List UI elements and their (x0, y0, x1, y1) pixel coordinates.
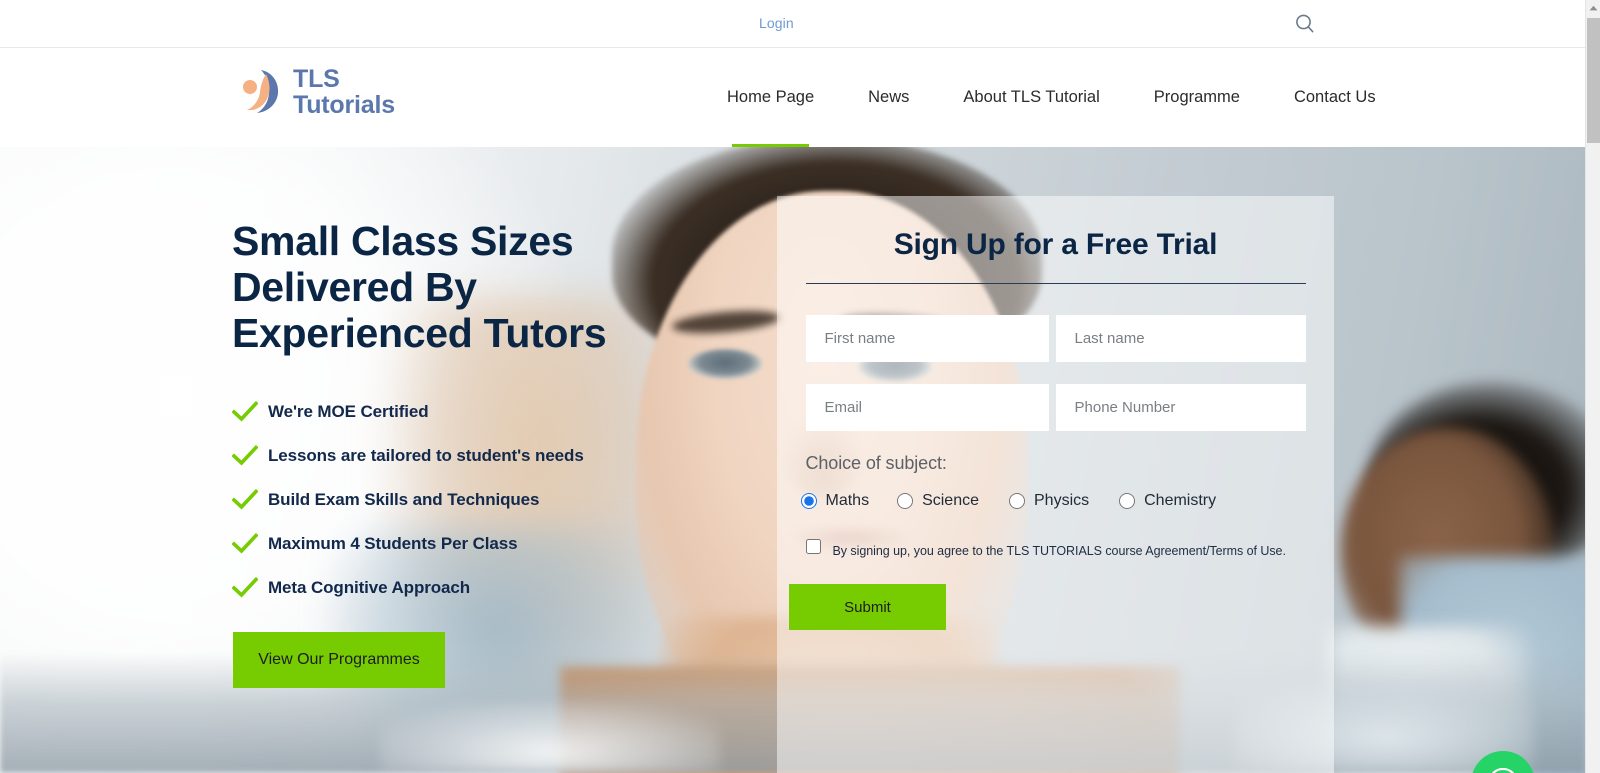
phone-number-input[interactable] (1055, 384, 1306, 431)
login-link[interactable]: Login (759, 15, 794, 31)
feature-label: We're MOE Certified (268, 401, 429, 421)
feature-item: Meta Cognitive Approach (232, 566, 752, 610)
terms-checkbox[interactable] (805, 539, 821, 554)
radio-input-physics[interactable] (1009, 493, 1025, 509)
feature-item: Build Exam Skills and Techniques (232, 478, 752, 522)
feature-item: Maximum 4 Students Per Class (232, 522, 752, 566)
signup-divider (805, 283, 1306, 284)
site-header: TLS Tutorials Home Page News About TLS T… (0, 48, 1585, 149)
radio-input-maths[interactable] (800, 493, 817, 509)
check-icon (232, 532, 268, 555)
page-scrollbar[interactable] (1585, 0, 1600, 773)
nav-item-contact-us[interactable]: Contact Us (1267, 48, 1403, 147)
radio-label: Maths (825, 492, 870, 509)
radio-option-maths[interactable]: Maths (800, 492, 870, 510)
hero-feature-list: We're MOE Certified Lessons are tailored… (232, 390, 752, 610)
top-utility-bar: Login (0, 0, 1585, 48)
hero-left-column: Small Class Sizes Delivered By Experienc… (232, 147, 752, 688)
feature-item: Lessons are tailored to student's needs (232, 434, 752, 478)
feature-item: We're MOE Certified (232, 390, 752, 434)
signup-title: Sign Up for a Free Trial (893, 228, 1218, 261)
submit-button[interactable]: Submit (789, 584, 946, 631)
radio-label: Science (922, 492, 979, 509)
check-icon (232, 576, 268, 599)
page-root: Login TLS Tutorials Home Page News About… (0, 0, 1600, 773)
feature-label: Maximum 4 Students Per Class (268, 533, 518, 553)
signup-fields (805, 315, 1306, 431)
nav-label: Home Page (727, 88, 815, 106)
tls-logo-mark-icon (238, 67, 284, 117)
name-field-row (805, 315, 1306, 362)
brand-name: TLS Tutorials (293, 65, 395, 119)
radio-input-chemistry[interactable] (1119, 493, 1136, 509)
nav-item-news[interactable]: News (841, 48, 936, 147)
search-icon[interactable] (1293, 12, 1317, 36)
signup-form-panel: Sign Up for a Free Trial Choice of subje… (777, 196, 1334, 773)
radio-option-science[interactable]: Science (897, 492, 979, 510)
radio-option-physics[interactable]: Physics (1009, 492, 1089, 510)
first-name-input[interactable] (805, 315, 1049, 362)
scroll-up-arrow-icon[interactable] (1586, 0, 1600, 16)
subject-radio-group: Maths Science Physics Chemistry (800, 492, 1311, 510)
check-icon (232, 400, 268, 423)
feature-label: Build Exam Skills and Techniques (268, 489, 540, 509)
main-nav: Home Page News About TLS Tutorial Progra… (700, 48, 1403, 149)
contact-field-row (805, 384, 1306, 431)
check-icon (232, 444, 268, 467)
nav-item-home-page[interactable]: Home Page (700, 48, 841, 149)
feature-label: Meta Cognitive Approach (268, 577, 471, 597)
scrollbar-thumb[interactable] (1587, 18, 1600, 143)
nav-label: News (868, 88, 910, 106)
last-name-input[interactable] (1055, 315, 1306, 362)
radio-input-science[interactable] (897, 493, 914, 509)
nav-label: Programme (1153, 88, 1240, 106)
radio-label: Physics (1034, 492, 1090, 509)
email-input[interactable] (805, 384, 1049, 431)
hero-section: Small Class Sizes Delivered By Experienc… (0, 147, 1585, 773)
nav-item-programme[interactable]: Programme (1127, 48, 1267, 147)
nav-item-about-tls-tutorial[interactable]: About TLS Tutorial (936, 48, 1126, 147)
subject-label: Choice of subject: (805, 453, 947, 473)
radio-option-chemistry[interactable]: Chemistry (1119, 492, 1216, 510)
view-programmes-button[interactable]: View Our Programmes (233, 631, 445, 688)
feature-label: Lessons are tailored to student's needs (268, 445, 584, 465)
check-icon (232, 488, 268, 511)
brand-logo[interactable]: TLS Tutorials (238, 66, 395, 118)
terms-text: By signing up, you agree to the TLS TUTO… (832, 544, 1286, 558)
hero-heading: Small Class Sizes Delivered By Experienc… (232, 218, 607, 356)
terms-agreement-row: By signing up, you agree to the TLS TUTO… (805, 537, 1306, 566)
nav-label: Contact Us (1293, 88, 1376, 106)
nav-label: About TLS Tutorial (963, 88, 1100, 106)
radio-label: Chemistry (1144, 492, 1217, 509)
